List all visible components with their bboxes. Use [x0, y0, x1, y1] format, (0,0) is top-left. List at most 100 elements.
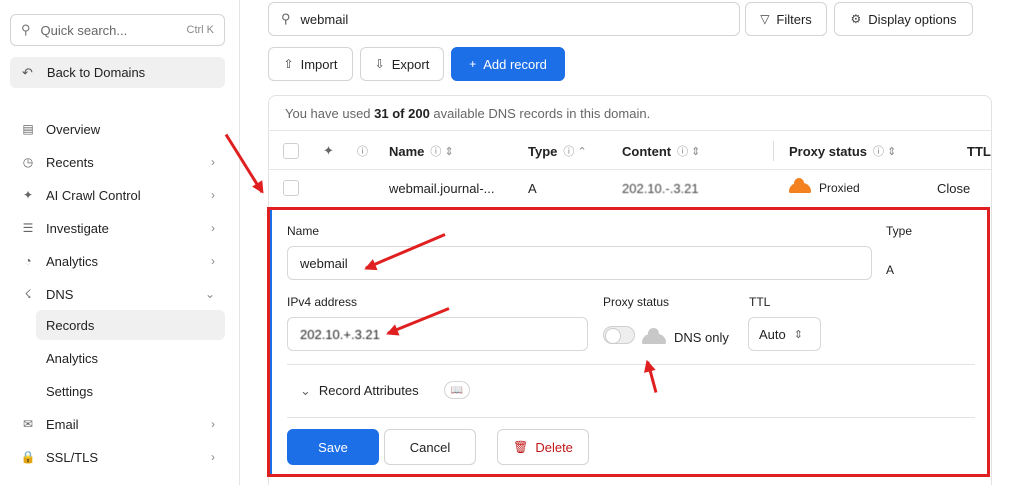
sidebar-item-analytics[interactable]: ◔ Analytics ›	[10, 246, 225, 276]
info-icon[interactable]: ⓘ	[357, 131, 368, 171]
sidebar-item-ssl-tls[interactable]: 🔒 SSL/TLS ›	[10, 442, 225, 472]
header-label: TTL	[967, 143, 991, 159]
delete-button[interactable]: 🗑 Delete	[497, 429, 589, 465]
column-header-content[interactable]: Content ⓘ ⇕	[622, 131, 700, 171]
import-button[interactable]: ⇧ Import	[268, 47, 353, 81]
pin-icon[interactable]: ✦	[323, 131, 334, 171]
row-content: 202.10.-.3.21	[622, 180, 699, 196]
select-all-checkbox[interactable]	[283, 131, 299, 171]
sidebar-item-label: Overview	[46, 121, 101, 137]
sidebar-subitem-records[interactable]: Records	[36, 310, 225, 340]
filters-button[interactable]: ▽ Filters	[745, 2, 827, 36]
save-button[interactable]: Save	[287, 429, 379, 465]
table-row[interactable]: webmail.journal-... A 202.10.-.3.21 Prox…	[269, 170, 991, 206]
sidebar-item-recents[interactable]: ◷ Recents ›	[10, 147, 225, 177]
back-arrow-icon: ↶	[22, 64, 33, 80]
ttl-select[interactable]: Auto ⇕	[748, 317, 821, 351]
sidebar-item-email[interactable]: ✉ Email ›	[10, 409, 225, 439]
chevron-updown-icon: ⇕	[793, 328, 803, 341]
add-record-label: Add record	[483, 56, 547, 72]
sidebar-item-label: SSL/TLS	[46, 449, 99, 465]
sidebar: ⚲ Quick search... Ctrl K ↶ Back to Domai…	[0, 0, 240, 485]
sidebar-item-investigate[interactable]: ☰ Investigate ›	[10, 213, 225, 243]
sort-asc-icon: ⓘ ⌃	[563, 146, 587, 158]
column-header-type[interactable]: Type ⓘ ⌃	[528, 131, 587, 171]
column-divider	[773, 141, 774, 161]
records-search-input[interactable]: ⚲ webmail	[268, 2, 740, 36]
cloud-gray-icon	[642, 328, 666, 344]
overview-icon: ▤	[22, 122, 34, 136]
sidebar-item-label: AI Crawl Control	[46, 187, 141, 203]
sort-icon: ⓘ ⇕	[677, 146, 701, 158]
sidebar-subitem-label: Records	[46, 317, 95, 333]
analytics-icon: ◔	[24, 254, 32, 268]
ttl-label: TTL	[749, 295, 771, 309]
sidebar-item-ai-crawl-control[interactable]: ✦ AI Crawl Control ›	[10, 180, 225, 210]
divider	[287, 417, 975, 418]
clock-icon: ◷	[22, 155, 34, 169]
gear-icon: ⚙	[850, 12, 862, 26]
proxy-status-label: Proxied	[819, 181, 860, 195]
dns-icon: ☇	[24, 287, 32, 301]
plus-icon: +	[469, 57, 477, 71]
panel-accent-bar	[270, 210, 272, 474]
header-label: Type	[528, 143, 558, 159]
display-options-button[interactable]: ⚙ Display options	[834, 2, 973, 36]
column-header-proxy-status[interactable]: Proxy status ⓘ ⇕	[789, 131, 896, 171]
back-to-domains-button[interactable]: ↶ Back to Domains	[10, 57, 225, 88]
ipv4-label: IPv4 address	[287, 295, 358, 309]
proxy-status-label: Proxy status	[603, 295, 670, 309]
cancel-button[interactable]: Cancel	[384, 429, 476, 465]
column-header-name[interactable]: Name ⓘ ⇕	[389, 131, 454, 171]
record-attributes-toggle[interactable]: ⌄ Record Attributes	[300, 383, 419, 399]
display-options-label: Display options	[868, 11, 957, 27]
usage-count: 31 of 200	[374, 106, 430, 121]
cancel-label: Cancel	[409, 439, 451, 455]
chevron-right-icon: ›	[211, 417, 215, 431]
usage-text: You have used 31 of 200 available DNS re…	[285, 106, 650, 121]
column-header-ttl[interactable]: TTL	[967, 131, 991, 171]
chevron-down-icon: ⌄	[300, 383, 311, 398]
search-icon: ⚲	[281, 11, 291, 26]
proxy-mode-label: DNS only	[674, 330, 729, 345]
sidebar-item-dns[interactable]: ☇ DNS ⌄	[10, 279, 225, 309]
header-label: Content	[622, 143, 672, 159]
sidebar-item-overview[interactable]: ▤ Overview	[10, 114, 225, 144]
trash-icon: 🗑	[513, 440, 529, 454]
sidebar-subitem-settings[interactable]: Settings	[36, 376, 225, 406]
row-checkbox[interactable]	[283, 170, 299, 206]
delete-label: Delete	[535, 439, 573, 455]
close-edit-link[interactable]: Close	[937, 170, 970, 206]
sidebar-item-label: Recents	[46, 154, 94, 170]
lock-icon: 🔒	[20, 450, 36, 464]
row-name: webmail.journal-...	[389, 180, 495, 196]
chevron-down-icon: ⌄	[204, 287, 215, 301]
sidebar-subitem-label: Analytics	[46, 350, 99, 366]
row-type: A	[528, 180, 537, 196]
add-record-button[interactable]: + Add record	[451, 47, 565, 81]
header-label: Name	[389, 143, 425, 159]
book-icon[interactable]: 📖	[444, 381, 470, 399]
email-icon: ✉	[22, 417, 34, 431]
filter-icon: ▽	[760, 12, 770, 26]
ipv4-input[interactable]: 202.10.+.3.21	[287, 317, 588, 351]
row-proxy-status: Proxied	[789, 170, 860, 206]
name-value: webmail	[300, 255, 348, 271]
ai-icon: ✦	[22, 188, 34, 202]
chevron-right-icon: ›	[211, 188, 215, 202]
shortcut-hint: Ctrl K	[186, 24, 215, 36]
proxy-toggle[interactable]	[603, 326, 635, 344]
export-button[interactable]: ⇩ Export	[360, 47, 444, 81]
import-label: Import	[300, 56, 338, 72]
record-attributes-label: Record Attributes	[318, 383, 419, 398]
save-label: Save	[318, 439, 348, 455]
download-icon: ⇩	[374, 57, 385, 71]
usage-prefix: You have used	[285, 106, 375, 121]
divider	[287, 364, 975, 365]
header-label: Proxy status	[789, 143, 868, 159]
quick-search-input[interactable]: ⚲ Quick search... Ctrl K	[10, 14, 225, 46]
chevron-right-icon: ›	[211, 254, 215, 268]
cloud-orange-icon	[789, 178, 811, 193]
sidebar-subitem-analytics[interactable]: Analytics	[36, 343, 225, 373]
export-label: Export	[391, 56, 430, 72]
